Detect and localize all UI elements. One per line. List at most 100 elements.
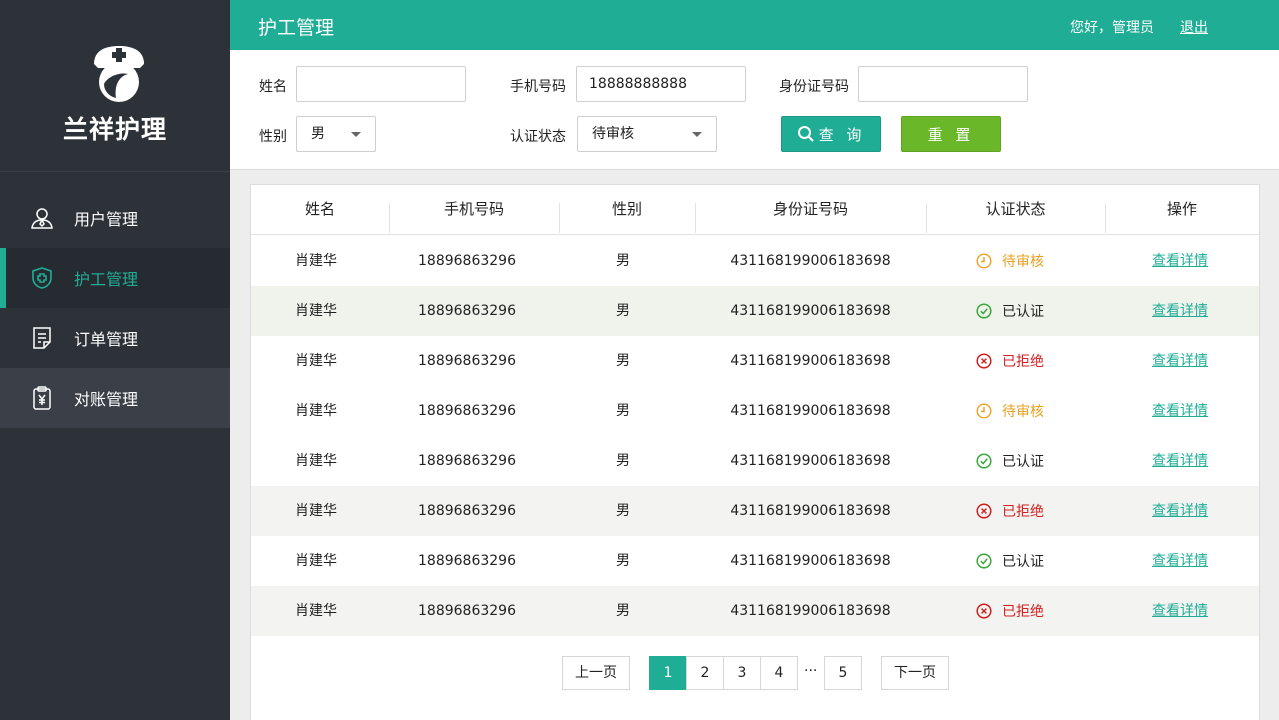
caregiver-table: 姓名 手机号码 性别 身份证号码 认证状态 操作 肖建华 18896863296 男… xyxy=(250,184,1260,720)
column-header-gender: 性别 xyxy=(611,200,642,218)
document-icon xyxy=(30,326,54,350)
cell-phone: 18896863296 xyxy=(418,303,516,319)
sidebar-item-label: 订单管理 xyxy=(74,330,139,349)
cell-gender: 男 xyxy=(616,553,630,569)
cell-name: 肖建华 xyxy=(295,603,337,619)
cell-gender: 男 xyxy=(616,603,630,619)
page-title: 护工管理 xyxy=(258,17,335,39)
column-header-name: 姓名 xyxy=(304,200,335,218)
status-label: 认证状态 xyxy=(510,129,566,145)
cell-phone: 18896863296 xyxy=(418,553,516,569)
cell-name: 肖建华 xyxy=(295,503,337,519)
cell-id: 431168199006183698 xyxy=(730,403,891,419)
status-selected-value: 待审核 xyxy=(592,126,634,142)
id-input[interactable] xyxy=(858,66,1028,102)
chevron-down-icon xyxy=(351,132,361,137)
clock-icon xyxy=(976,403,992,419)
status-text: 已拒绝 xyxy=(1002,354,1044,370)
cell-phone: 18896863296 xyxy=(418,403,516,419)
cell-id: 431168199006183698 xyxy=(730,503,891,519)
clock-icon xyxy=(976,253,992,269)
table-row: 肖建华 18896863296 男 431168199006183698 已拒绝 查看详情 xyxy=(251,586,1259,636)
prev-page-button[interactable]: 上一页 xyxy=(562,656,630,690)
view-details-link[interactable]: 查看详情 xyxy=(1111,486,1249,536)
check-circle-icon xyxy=(976,553,992,569)
cell-name: 肖建华 xyxy=(295,453,337,469)
table-row: 肖建华 18896863296 男 431168199006183698 待审核 查看详情 xyxy=(251,386,1259,436)
view-details-link[interactable]: 查看详情 xyxy=(1111,386,1249,436)
sidebar-item-caregivers[interactable]: 护工管理 xyxy=(0,248,230,308)
page-5-button[interactable]: 5 xyxy=(824,656,862,690)
table-row: 肖建华 18896863296 男 431168199006183698 已认证 查看详情 xyxy=(251,536,1259,586)
cell-phone: 18896863296 xyxy=(418,353,516,369)
cell-id: 431168199006183698 xyxy=(730,353,891,369)
page-1-button[interactable]: 1 xyxy=(649,656,687,690)
status-text: 已认证 xyxy=(1002,304,1044,320)
check-circle-icon xyxy=(976,453,992,469)
column-header-status: 认证状态 xyxy=(985,200,1046,218)
cell-name: 肖建华 xyxy=(295,353,337,369)
logout-link[interactable]: 退出 xyxy=(1180,17,1208,37)
view-details-link[interactable]: 查看详情 xyxy=(1111,436,1249,486)
table-row: 肖建华 18896863296 男 431168199006183698 已认证 查看详情 xyxy=(251,286,1259,336)
view-details-link[interactable]: 查看详情 xyxy=(1111,236,1249,286)
view-details-link[interactable]: 查看详情 xyxy=(1111,536,1249,586)
status-badge: 已拒绝 xyxy=(976,486,1044,536)
chevron-down-icon xyxy=(692,132,702,137)
gender-select[interactable]: 男 xyxy=(296,116,376,152)
sidebar-menu: 用户管理 护工管理 订单管理 对账管理 xyxy=(0,188,230,428)
status-badge: 待审核 xyxy=(976,236,1044,286)
page-2-button[interactable]: 2 xyxy=(686,656,724,690)
query-button[interactable]: 查 询 xyxy=(781,116,881,152)
sidebar-item-label: 护工管理 xyxy=(74,270,139,289)
x-circle-icon xyxy=(976,603,992,619)
phone-input[interactable]: 18888888888 xyxy=(576,66,746,102)
name-label: 姓名 xyxy=(259,79,287,95)
sidebar-item-reconciliation[interactable]: 对账管理 xyxy=(0,368,230,428)
status-badge: 已认证 xyxy=(976,536,1044,586)
status-select[interactable]: 待审核 xyxy=(577,116,717,152)
cell-id: 431168199006183698 xyxy=(730,453,891,469)
cell-phone: 18896863296 xyxy=(418,453,516,469)
sidebar-item-users[interactable]: 用户管理 xyxy=(0,188,230,248)
view-details-link[interactable]: 查看详情 xyxy=(1111,286,1249,336)
cell-name: 肖建华 xyxy=(295,253,337,269)
topbar: 护工管理 您好，管理员 退出 xyxy=(230,0,1279,50)
pagination-ellipsis: ··· xyxy=(804,663,818,679)
table-row: 肖建华 18896863296 男 431168199006183698 待审核 查看详情 xyxy=(251,236,1259,286)
sidebar-item-label: 对账管理 xyxy=(74,390,139,409)
brand-name: 兰祥护理 xyxy=(62,115,167,144)
status-text: 已拒绝 xyxy=(1002,604,1044,620)
nurse-logo-icon xyxy=(94,46,144,102)
table-header: 姓名 手机号码 性别 身份证号码 认证状态 操作 xyxy=(251,185,1259,235)
cell-gender: 男 xyxy=(616,403,630,419)
view-details-link[interactable]: 查看详情 xyxy=(1111,336,1249,386)
clipboard-yen-icon xyxy=(30,386,54,410)
page-3-button[interactable]: 3 xyxy=(723,656,761,690)
id-label: 身份证号码 xyxy=(779,79,849,95)
reset-button[interactable]: 重 置 xyxy=(901,116,1001,152)
logo-area: 兰祥护理 xyxy=(0,0,230,172)
cell-name: 肖建华 xyxy=(295,553,337,569)
user-icon xyxy=(30,206,54,230)
query-button-label: 查 询 xyxy=(818,125,866,144)
sidebar-item-orders[interactable]: 订单管理 xyxy=(0,308,230,368)
cell-id: 431168199006183698 xyxy=(730,553,891,569)
filter-panel: 姓名 手机号码 18888888888 身份证号码 性别 男 认证状态 待审核 … xyxy=(230,50,1279,170)
cell-gender: 男 xyxy=(616,353,630,369)
cell-id: 431168199006183698 xyxy=(730,303,891,319)
table-row: 肖建华 18896863296 男 431168199006183698 已认证 查看详情 xyxy=(251,436,1259,486)
table-row: 肖建华 18896863296 男 431168199006183698 已拒绝 查看详情 xyxy=(251,486,1259,536)
view-details-link[interactable]: 查看详情 xyxy=(1111,586,1249,636)
column-header-actions: 操作 xyxy=(1166,200,1197,218)
page-4-button[interactable]: 4 xyxy=(760,656,798,690)
sidebar: 兰祥护理 用户管理 护工管理 订单管理 对账管理 xyxy=(0,0,230,720)
status-text: 已认证 xyxy=(1002,454,1044,470)
cell-name: 肖建华 xyxy=(295,303,337,319)
column-header-phone: 手机号码 xyxy=(443,200,504,218)
next-page-button[interactable]: 下一页 xyxy=(881,656,949,690)
cell-gender: 男 xyxy=(616,503,630,519)
status-text: 已认证 xyxy=(1002,554,1044,570)
x-circle-icon xyxy=(976,503,992,519)
name-input[interactable] xyxy=(296,66,466,102)
